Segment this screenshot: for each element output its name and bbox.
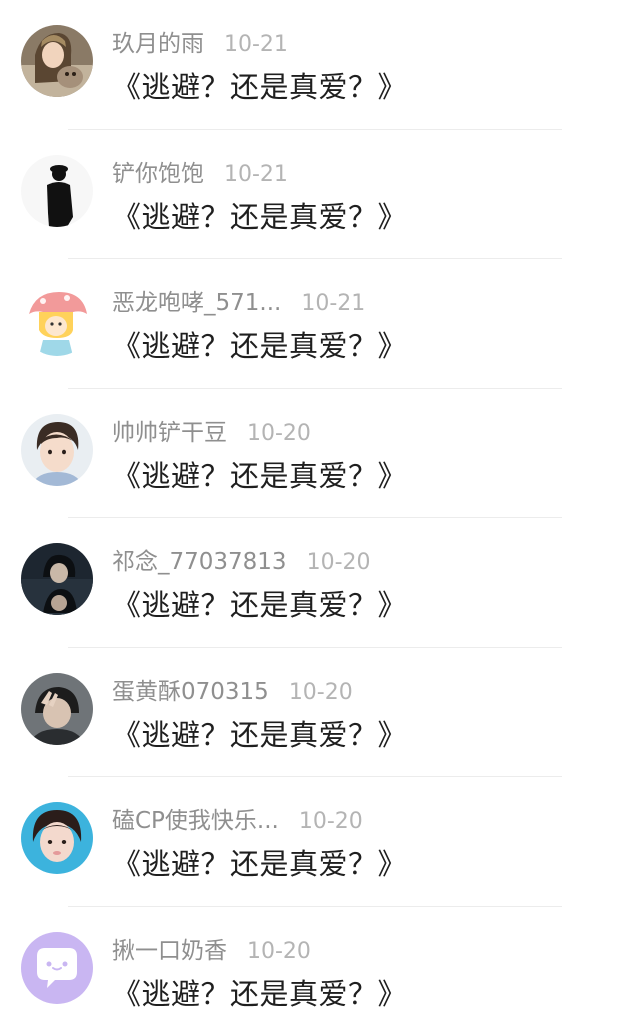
comment-item[interactable]: 磕CP使我快乐... 10-20 《逃避？还是真爱？》: [0, 777, 640, 907]
avatar-silhouette-icon: [21, 155, 93, 227]
username[interactable]: 铲你饱饱: [112, 154, 204, 188]
avatar[interactable]: [21, 673, 93, 745]
comment-meta: 恶龙咆哮_571... 10-21: [112, 283, 365, 315]
comment-text: 《逃避？还是真爱？》: [112, 841, 407, 883]
avatar[interactable]: [21, 932, 93, 1004]
username[interactable]: 祁念_77037813: [112, 542, 287, 576]
username[interactable]: 恶龙咆哮_571...: [112, 283, 281, 317]
avatar[interactable]: [21, 284, 93, 356]
comment-meta: 蛋黄酥070315 10-20: [112, 672, 353, 704]
avatar-girl-blue-icon: [21, 802, 93, 874]
comment-date: 10-21: [224, 32, 288, 57]
comment-text: 《逃避？还是真爱？》: [112, 453, 407, 495]
username[interactable]: 揪一口奶香: [112, 931, 227, 965]
avatar-peace-sign-icon: [21, 673, 93, 745]
comment-meta: 玖月的雨 10-21: [112, 24, 288, 56]
username[interactable]: 帅帅铲干豆: [112, 413, 227, 447]
avatar-boy-portrait-icon: [21, 414, 93, 486]
comment-date: 10-20: [247, 939, 311, 964]
chat-bubble-icon: [21, 932, 93, 1004]
comment-text: 《逃避？还是真爱？》: [112, 194, 407, 236]
comment-item[interactable]: 铲你饱饱 10-21 《逃避？还是真爱？》: [0, 130, 640, 260]
avatar-cartoon-girl-icon: [21, 284, 93, 356]
comment-meta: 揪一口奶香 10-20: [112, 931, 311, 963]
username[interactable]: 蛋黄酥070315: [112, 672, 269, 706]
comment-meta: 铲你饱饱 10-21: [112, 154, 288, 186]
comment-item[interactable]: 祁念_77037813 10-20 《逃避？还是真爱？》: [0, 518, 640, 648]
comment-item[interactable]: 恶龙咆哮_571... 10-21 《逃避？还是真爱？》: [0, 259, 640, 389]
avatar-girl-with-dog-icon: [21, 25, 93, 97]
avatar-dark-portrait-icon: [21, 543, 93, 615]
comment-date: 10-20: [247, 421, 311, 446]
comment-date: 10-21: [301, 291, 365, 316]
comment-list: 玖月的雨 10-21 《逃避？还是真爱？》 铲你饱饱 10-21 《逃避？还是真…: [0, 0, 640, 1036]
avatar[interactable]: [21, 802, 93, 874]
comment-item[interactable]: 帅帅铲干豆 10-20 《逃避？还是真爱？》: [0, 389, 640, 519]
comment-text: 《逃避？还是真爱？》: [112, 323, 407, 365]
username[interactable]: 玖月的雨: [112, 24, 204, 58]
comment-date: 10-21: [224, 162, 288, 187]
comment-meta: 帅帅铲干豆 10-20: [112, 413, 311, 445]
avatar[interactable]: [21, 414, 93, 486]
comment-date: 10-20: [289, 680, 353, 705]
avatar[interactable]: [21, 543, 93, 615]
comment-text: 《逃避？还是真爱？》: [112, 64, 407, 106]
username[interactable]: 磕CP使我快乐...: [112, 801, 279, 835]
comment-date: 10-20: [299, 809, 363, 834]
comment-text: 《逃避？还是真爱？》: [112, 971, 407, 1013]
comment-date: 10-20: [307, 550, 371, 575]
comment-text: 《逃避？还是真爱？》: [112, 712, 407, 754]
comment-meta: 磕CP使我快乐... 10-20: [112, 801, 363, 833]
avatar[interactable]: [21, 25, 93, 97]
comment-item[interactable]: 揪一口奶香 10-20 《逃避？还是真爱？》: [0, 907, 640, 1036]
comment-meta: 祁念_77037813 10-20: [112, 542, 371, 574]
comment-item[interactable]: 蛋黄酥070315 10-20 《逃避？还是真爱？》: [0, 648, 640, 778]
avatar[interactable]: [21, 155, 93, 227]
comment-item[interactable]: 玖月的雨 10-21 《逃避？还是真爱？》: [0, 0, 640, 130]
comment-text: 《逃避？还是真爱？》: [112, 582, 407, 624]
